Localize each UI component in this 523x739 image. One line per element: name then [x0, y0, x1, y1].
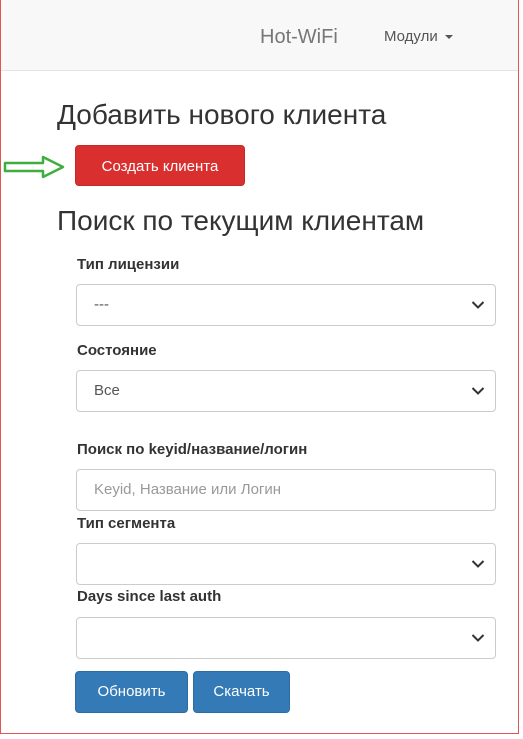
top-navbar: Hot-WiFi Модули: [1, 0, 518, 71]
brand-link[interactable]: Hot-WiFi: [260, 25, 338, 49]
segment-type-label: Тип сегмента: [77, 515, 176, 532]
modules-dropdown[interactable]: Модули: [384, 28, 453, 46]
search-query-label: Поиск по keyid/название/логин: [77, 441, 308, 458]
state-label: Состояние: [77, 342, 157, 359]
license-type-select[interactable]: ---: [76, 284, 496, 326]
download-button[interactable]: Скачать: [193, 671, 290, 713]
chevron-down-icon: [471, 387, 485, 395]
page-frame: Hot-WiFi Модули Добавить нового клиента …: [0, 0, 519, 734]
add-client-heading: Добавить нового клиента: [57, 99, 387, 130]
license-type-value: ---: [94, 296, 109, 313]
state-select[interactable]: Все: [76, 370, 496, 412]
days-since-auth-select[interactable]: [76, 617, 496, 659]
license-type-label: Тип лицензии: [77, 256, 180, 273]
create-client-button[interactable]: Создать клиента: [75, 145, 245, 186]
search-clients-heading: Поиск по текущим клиентам: [57, 205, 425, 236]
modules-label: Модули: [384, 28, 438, 45]
state-value: Все: [94, 382, 120, 399]
chevron-down-icon: [471, 560, 485, 568]
refresh-button[interactable]: Обновить: [75, 671, 188, 713]
days-since-auth-label: Days since last auth: [77, 588, 222, 605]
search-query-placeholder: Keyid, Название или Логин: [94, 481, 282, 498]
caret-down-icon: [444, 35, 453, 39]
search-query-input[interactable]: Keyid, Название или Логин: [76, 469, 496, 511]
segment-type-select[interactable]: [76, 543, 496, 585]
chevron-down-icon: [471, 634, 485, 642]
chevron-down-icon: [471, 301, 485, 309]
green-arrow-icon: [3, 155, 65, 179]
